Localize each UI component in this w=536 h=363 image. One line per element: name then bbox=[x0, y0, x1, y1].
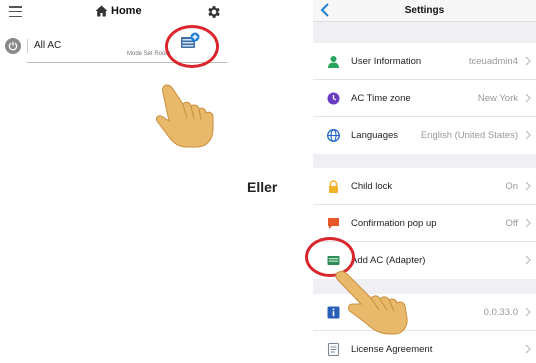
globe-icon bbox=[327, 129, 340, 142]
document-icon bbox=[327, 343, 340, 356]
or-separator-text: Eller bbox=[247, 179, 278, 195]
settings-group-account: User Information tceuadmin4 AC Time zone… bbox=[313, 43, 536, 154]
chevron-right-icon bbox=[525, 344, 531, 354]
lock-icon bbox=[329, 180, 338, 193]
chevron-right-icon bbox=[525, 307, 531, 317]
row-label: User Information bbox=[351, 56, 422, 67]
chevron-right-icon bbox=[525, 255, 531, 265]
settings-row-confirmation-pop-up[interactable]: Confirmation pop up Off bbox=[313, 205, 536, 242]
home-title-text: Home bbox=[111, 5, 142, 17]
clock-icon bbox=[327, 92, 340, 105]
chevron-right-icon bbox=[525, 130, 531, 140]
row-value: Off bbox=[505, 218, 519, 229]
row-value: English (United States) bbox=[420, 130, 518, 141]
settings-title: Settings bbox=[404, 5, 445, 16]
home-header: Home bbox=[0, 0, 233, 26]
chevron-right-icon bbox=[525, 218, 531, 228]
highlight-circle bbox=[165, 25, 219, 68]
row-label: Add AC (Adapter) bbox=[351, 255, 426, 266]
settings-row-user-information[interactable]: User Information tceuadmin4 bbox=[313, 43, 536, 80]
gear-icon[interactable] bbox=[206, 4, 222, 20]
home-title: Home bbox=[95, 5, 142, 17]
row-value: On bbox=[505, 181, 518, 192]
all-ac-label: All AC bbox=[34, 40, 62, 51]
chat-icon bbox=[328, 218, 339, 229]
row-value: New York bbox=[477, 93, 518, 104]
row-label: Confirmation pop up bbox=[351, 218, 437, 229]
pointing-hand-icon bbox=[156, 84, 214, 148]
chevron-right-icon bbox=[525, 56, 531, 66]
settings-header: Settings bbox=[313, 0, 536, 22]
row-value: 0.0.33.0 bbox=[483, 307, 518, 318]
chevron-right-icon bbox=[525, 93, 531, 103]
home-screen: Home All AC Mode Set Room bbox=[0, 0, 233, 363]
pointing-hand-icon bbox=[335, 270, 408, 335]
row-divider bbox=[27, 39, 28, 53]
house-icon bbox=[95, 5, 108, 17]
chevron-right-icon bbox=[525, 181, 531, 191]
mode-set-room-text: Mode Set Room bbox=[127, 51, 171, 57]
settings-row-languages[interactable]: Languages English (United States) bbox=[313, 117, 536, 154]
row-label: AC Time zone bbox=[351, 93, 411, 104]
user-icon bbox=[328, 56, 339, 68]
row-label: License Agreement bbox=[351, 344, 433, 355]
power-icon[interactable] bbox=[5, 38, 21, 54]
menu-icon[interactable] bbox=[9, 6, 22, 18]
settings-row-ac-time-zone[interactable]: AC Time zone New York bbox=[313, 80, 536, 117]
row-value: tceuadmin4 bbox=[468, 56, 518, 67]
row-label: Child lock bbox=[351, 181, 393, 192]
row-label: Languages bbox=[351, 130, 399, 141]
settings-row-child-lock[interactable]: Child lock On bbox=[313, 168, 536, 205]
